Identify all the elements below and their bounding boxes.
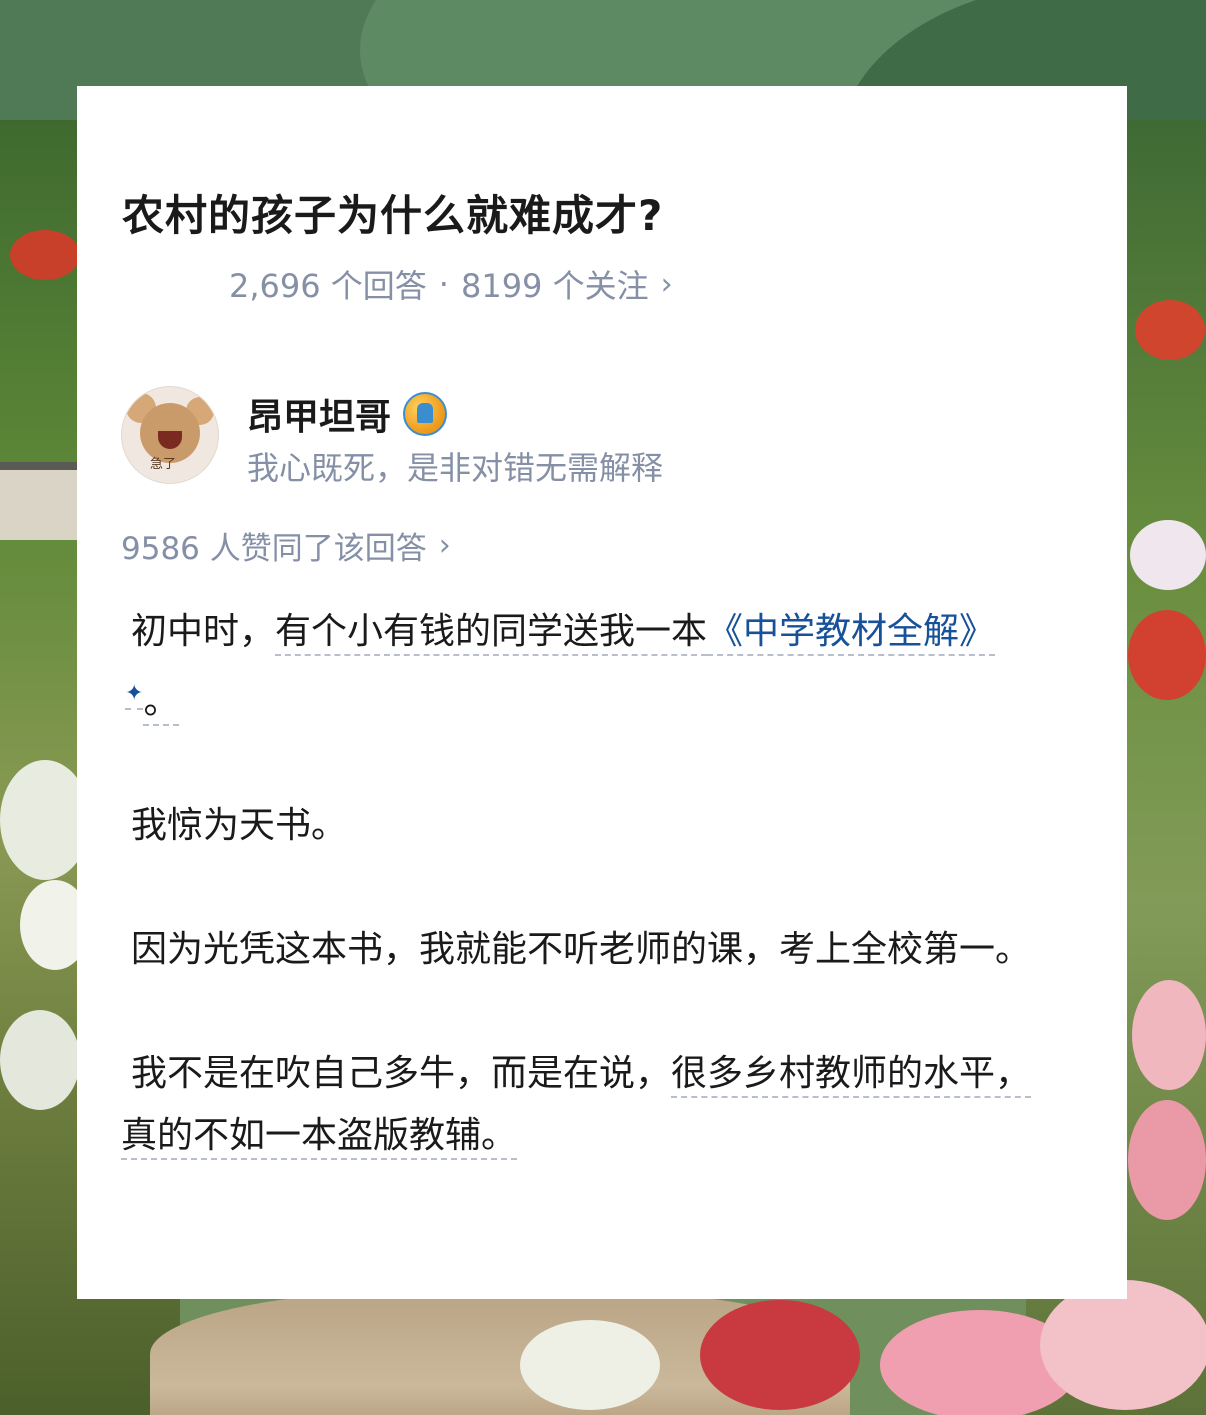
paragraph-text: 我不是在吹自己多牛，而是在说， <box>131 1053 672 1094</box>
answer-content: 初中时，有个小有钱的同学送我一本《中学教材全解》 ✦。 我惊为天书。 因为光凭这本… <box>121 601 1051 1229</box>
paragraph-2: 我惊为天书。 <box>131 805 348 846</box>
avatar-caption: 急了 <box>150 457 177 472</box>
follower-count: 8199 个关注 <box>460 267 649 305</box>
chevron-right-icon: › <box>660 266 673 302</box>
answer-count: 2,696 个回答 <box>229 267 427 305</box>
chevron-right-icon: › <box>438 528 451 563</box>
meta-separator: · <box>438 265 449 303</box>
sparkle-icon: ✦ <box>125 681 144 710</box>
author-bio: 我心既死，是非对错无需解释 <box>247 449 664 487</box>
underlined-text: 有个小有钱的同学送我一本 <box>275 611 708 656</box>
paragraph-end: 。 <box>143 681 180 726</box>
upvote-summary[interactable]: 9586 人赞同了该回答 › <box>121 523 451 568</box>
paragraph-1: 初中时，有个小有钱的同学送我一本《中学教材全解》 ✦。 <box>121 601 1051 733</box>
book-link[interactable]: 《中学教材全解》 <box>707 611 996 656</box>
paragraph-3: 因为光凭这本书，我就能不听老师的课，考上全校第一。 <box>131 929 1032 970</box>
author-header[interactable]: 昂甲坦哥 <box>247 388 448 440</box>
paragraph-text: 初中时， <box>131 611 276 652</box>
author-name[interactable]: 昂甲坦哥 <box>247 388 391 440</box>
creator-badge-icon <box>403 392 448 436</box>
upvote-count: 9586 人赞同了该回答 <box>121 531 427 567</box>
question-meta[interactable]: 2,696 个回答 · 8199 个关注 › <box>229 261 673 307</box>
avatar[interactable]: 急了 <box>121 386 219 484</box>
paragraph-4: 我不是在吹自己多牛，而是在说，很多乡村教师的水平，真的不如一本盗版教辅。 <box>121 1043 1051 1167</box>
question-title[interactable]: 农村的孩子为什么就难成才? <box>122 182 663 243</box>
answer-card: 农村的孩子为什么就难成才? 2,696 个回答 · 8199 个关注 › 急了 … <box>77 86 1127 1299</box>
